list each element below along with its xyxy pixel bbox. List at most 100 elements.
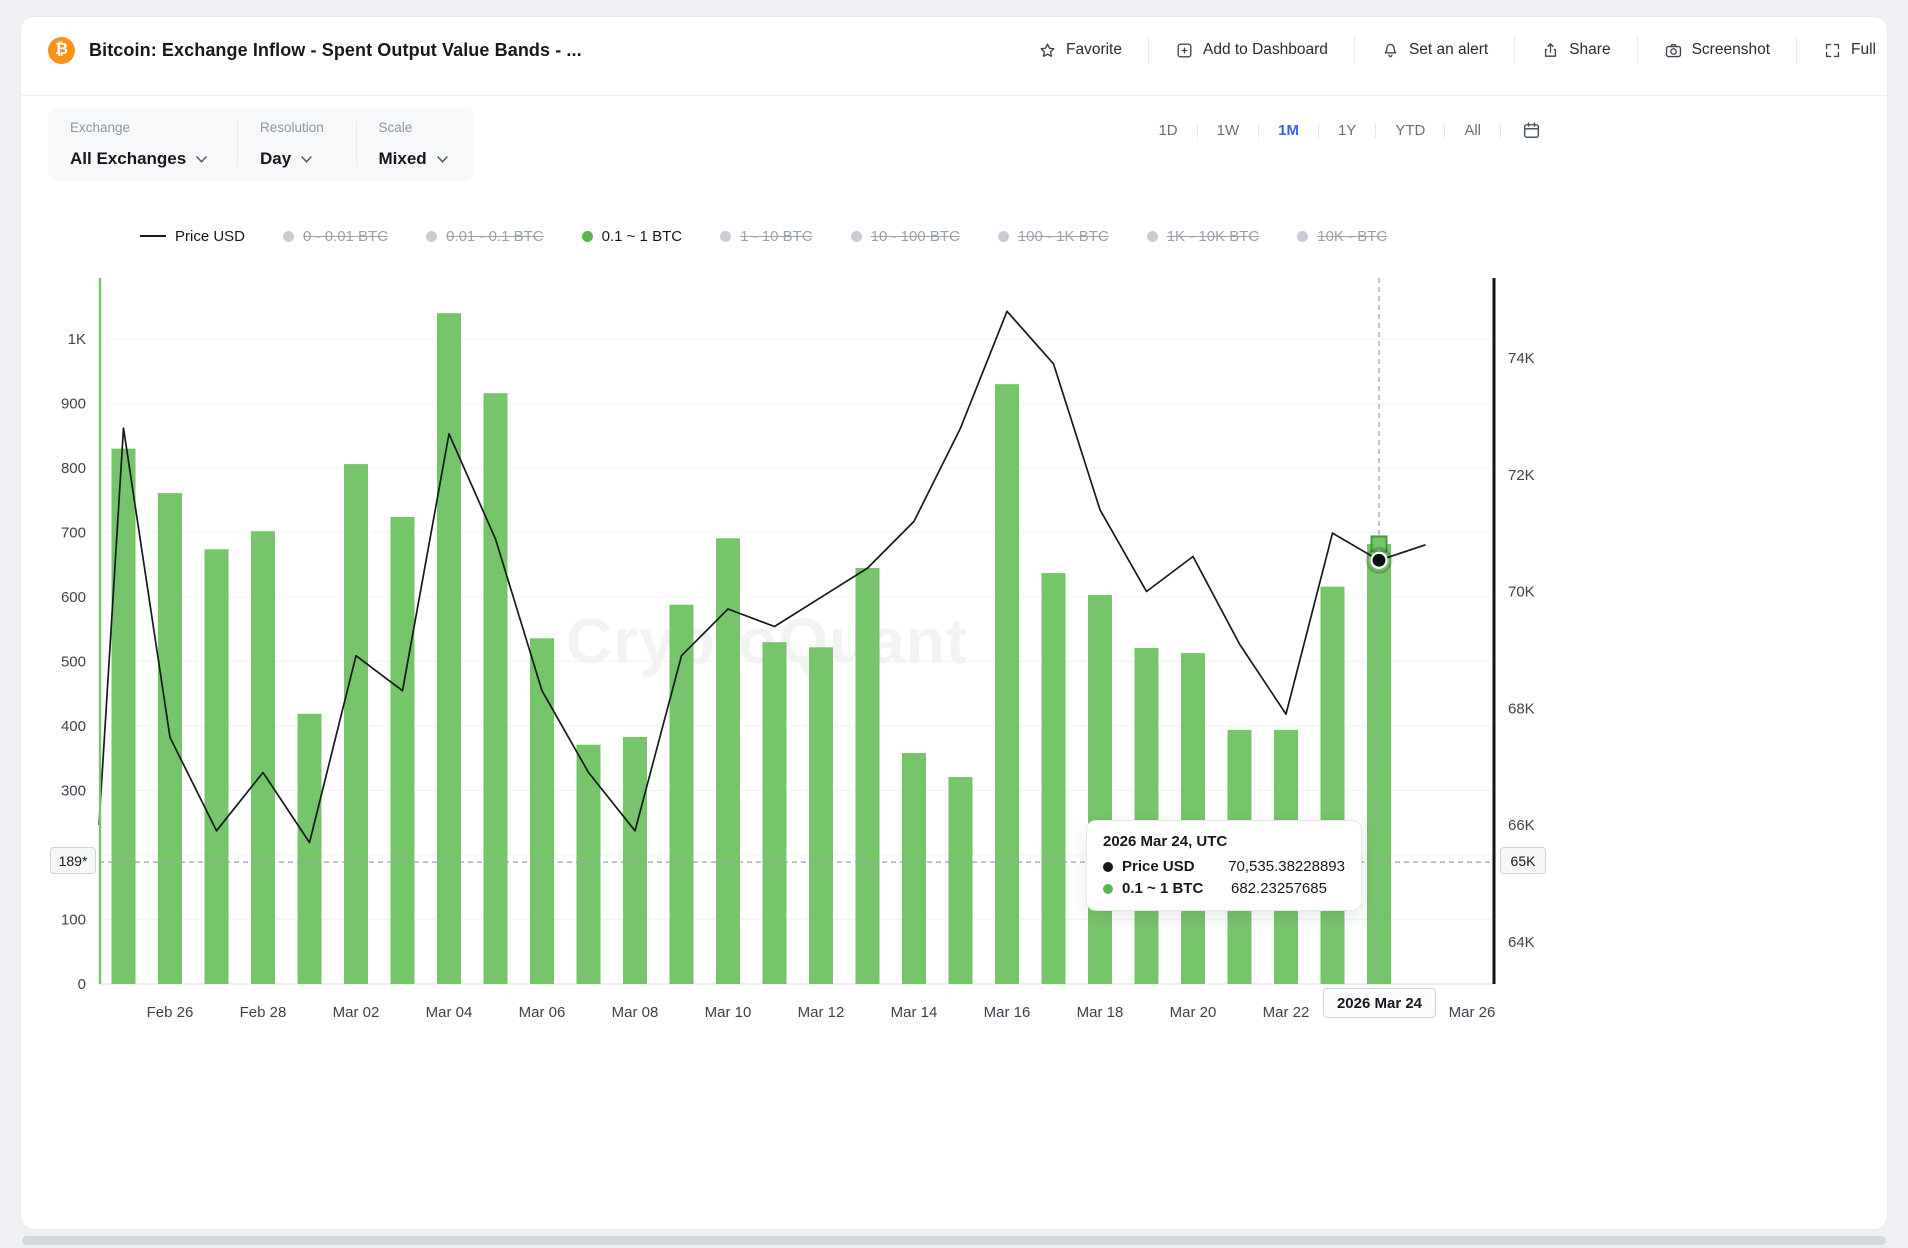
legend-label: 100 - 1K BTC <box>1018 228 1109 245</box>
chevron-down-icon <box>196 156 207 163</box>
fullscreen-label: Full <box>1851 41 1876 59</box>
svg-text:100: 100 <box>61 912 86 929</box>
legend-label: 1K - 10K BTC <box>1167 228 1260 245</box>
scale-value: Mixed <box>379 149 427 169</box>
legend-item-0.1-1-btc[interactable]: 0.1 ~ 1 BTC <box>582 228 682 245</box>
chart-legend: Price USD 0 - 0.01 BTC 0.01 - 0.1 BTC 0.… <box>140 224 1387 248</box>
svg-text:400: 400 <box>61 718 86 735</box>
fullscreen-icon <box>1823 41 1842 60</box>
range-1d-button[interactable]: 1D <box>1139 115 1196 145</box>
svg-text:300: 300 <box>61 783 86 800</box>
range-ytd-button[interactable]: YTD <box>1376 115 1444 145</box>
range-1y-button[interactable]: 1Y <box>1319 115 1375 145</box>
dot-swatch-icon <box>582 231 593 242</box>
fullscreen-button[interactable]: Full <box>1797 33 1880 67</box>
legend-label: 1 - 10 BTC <box>740 228 813 245</box>
crosshair-right-value-label: 65K <box>1500 847 1546 874</box>
svg-text:Mar 06: Mar 06 <box>519 1004 566 1021</box>
dot-swatch-icon <box>1297 231 1308 242</box>
svg-text:Mar 22: Mar 22 <box>1263 1004 1310 1021</box>
svg-text:Mar 10: Mar 10 <box>705 1004 752 1021</box>
bell-icon <box>1381 41 1400 60</box>
tooltip-value: 682.23257685 <box>1231 880 1327 897</box>
screenshot-button[interactable]: Screenshot <box>1638 33 1796 67</box>
legend-label: 10 - 100 BTC <box>871 228 960 245</box>
svg-text:68K: 68K <box>1508 700 1535 717</box>
legend-item-100-1k-btc[interactable]: 100 - 1K BTC <box>998 228 1109 245</box>
scale-label: Scale <box>379 120 453 135</box>
svg-text:Mar 26: Mar 26 <box>1449 1004 1496 1021</box>
chart-canvas[interactable]: 01003004005006007008009001K64K66K68K70K7… <box>0 258 1908 1038</box>
tooltip-title: 2026 Mar 24, UTC <box>1103 833 1345 850</box>
chevron-down-icon <box>301 156 312 163</box>
star-icon <box>1038 41 1057 60</box>
crosshair-left-value-label: 189* <box>50 847 96 874</box>
svg-text:Mar 02: Mar 02 <box>333 1004 380 1021</box>
exchange-value: All Exchanges <box>70 149 186 169</box>
legend-item-0-0.01-btc[interactable]: 0 - 0.01 BTC <box>283 228 388 245</box>
dot-swatch-icon <box>1147 231 1158 242</box>
dot-swatch-icon <box>283 231 294 242</box>
tooltip-row-price: Price USD 70,535.38228893 <box>1103 858 1345 875</box>
svg-text:0: 0 <box>78 976 86 993</box>
svg-text:700: 700 <box>61 525 86 542</box>
screenshot-label: Screenshot <box>1692 41 1770 59</box>
legend-label: 10K - BTC <box>1317 228 1387 245</box>
svg-text:1K: 1K <box>68 331 86 348</box>
resolution-label: Resolution <box>260 120 334 135</box>
share-button[interactable]: Share <box>1515 33 1636 67</box>
range-1w-button[interactable]: 1W <box>1198 115 1259 145</box>
bitcoin-icon: ₿ <box>48 37 75 64</box>
favorite-button[interactable]: Favorite <box>1012 33 1148 67</box>
page-title: Bitcoin: Exchange Inflow - Spent Output … <box>89 40 582 61</box>
exchange-dropdown[interactable]: Exchange All Exchanges <box>48 120 237 169</box>
svg-text:500: 500 <box>61 654 86 671</box>
share-label: Share <box>1569 41 1610 59</box>
header-divider <box>21 95 1887 96</box>
resolution-dropdown[interactable]: Resolution Day <box>238 120 356 169</box>
legend-item-10-100-btc[interactable]: 10 - 100 BTC <box>851 228 960 245</box>
dot-swatch-icon <box>720 231 731 242</box>
calendar-button[interactable] <box>1501 120 1542 141</box>
header-actions: Favorite Add to Dashboard Set an alert S… <box>1012 33 1880 67</box>
legend-item-0.01-0.1-btc[interactable]: 0.01 - 0.1 BTC <box>426 228 544 245</box>
legend-label: Price USD <box>175 228 245 245</box>
legend-item-1k-10k-btc[interactable]: 1K - 10K BTC <box>1147 228 1260 245</box>
svg-text:Mar 20: Mar 20 <box>1170 1004 1217 1021</box>
tooltip-row-band: 0.1 ~ 1 BTC 682.23257685 <box>1103 880 1345 897</box>
chevron-down-icon <box>437 156 448 163</box>
chart-tooltip: 2026 Mar 24, UTC Price USD 70,535.382288… <box>1086 820 1362 911</box>
line-swatch-icon <box>140 235 166 237</box>
scale-dropdown[interactable]: Scale Mixed <box>357 120 475 169</box>
svg-text:Mar 04: Mar 04 <box>426 1004 473 1021</box>
legend-label: 0.01 - 0.1 BTC <box>446 228 544 245</box>
price-dot-icon <box>1103 862 1113 872</box>
tooltip-label: Price USD <box>1122 858 1219 875</box>
filter-bar: Exchange All Exchanges Resolution Day Sc… <box>48 108 474 181</box>
set-alert-label: Set an alert <box>1409 41 1488 59</box>
horizontal-scrollbar[interactable] <box>22 1236 1886 1245</box>
svg-text:600: 600 <box>61 589 86 606</box>
tooltip-label: 0.1 ~ 1 BTC <box>1122 880 1222 897</box>
title-wrap: ₿ Bitcoin: Exchange Inflow - Spent Outpu… <box>48 37 582 64</box>
resolution-value: Day <box>260 149 291 169</box>
svg-text:Mar 14: Mar 14 <box>891 1004 938 1021</box>
tooltip-value: 70,535.38228893 <box>1228 858 1345 875</box>
svg-text:72K: 72K <box>1508 467 1535 484</box>
svg-text:66K: 66K <box>1508 817 1535 834</box>
add-to-dashboard-button[interactable]: Add to Dashboard <box>1149 33 1354 67</box>
set-alert-button[interactable]: Set an alert <box>1355 33 1514 67</box>
svg-text:Mar 18: Mar 18 <box>1077 1004 1124 1021</box>
svg-text:900: 900 <box>61 396 86 413</box>
legend-item-10k-btc[interactable]: 10K - BTC <box>1297 228 1387 245</box>
svg-text:Mar 08: Mar 08 <box>612 1004 659 1021</box>
svg-text:70K: 70K <box>1508 584 1535 601</box>
range-all-button[interactable]: All <box>1445 115 1500 145</box>
legend-item-1-10-btc[interactable]: 1 - 10 BTC <box>720 228 813 245</box>
legend-item-price-usd[interactable]: Price USD <box>140 228 245 245</box>
dot-swatch-icon <box>851 231 862 242</box>
add-to-dashboard-label: Add to Dashboard <box>1203 41 1328 59</box>
favorite-label: Favorite <box>1066 41 1122 59</box>
svg-text:Feb 28: Feb 28 <box>240 1004 287 1021</box>
range-1m-button[interactable]: 1M <box>1259 115 1318 145</box>
